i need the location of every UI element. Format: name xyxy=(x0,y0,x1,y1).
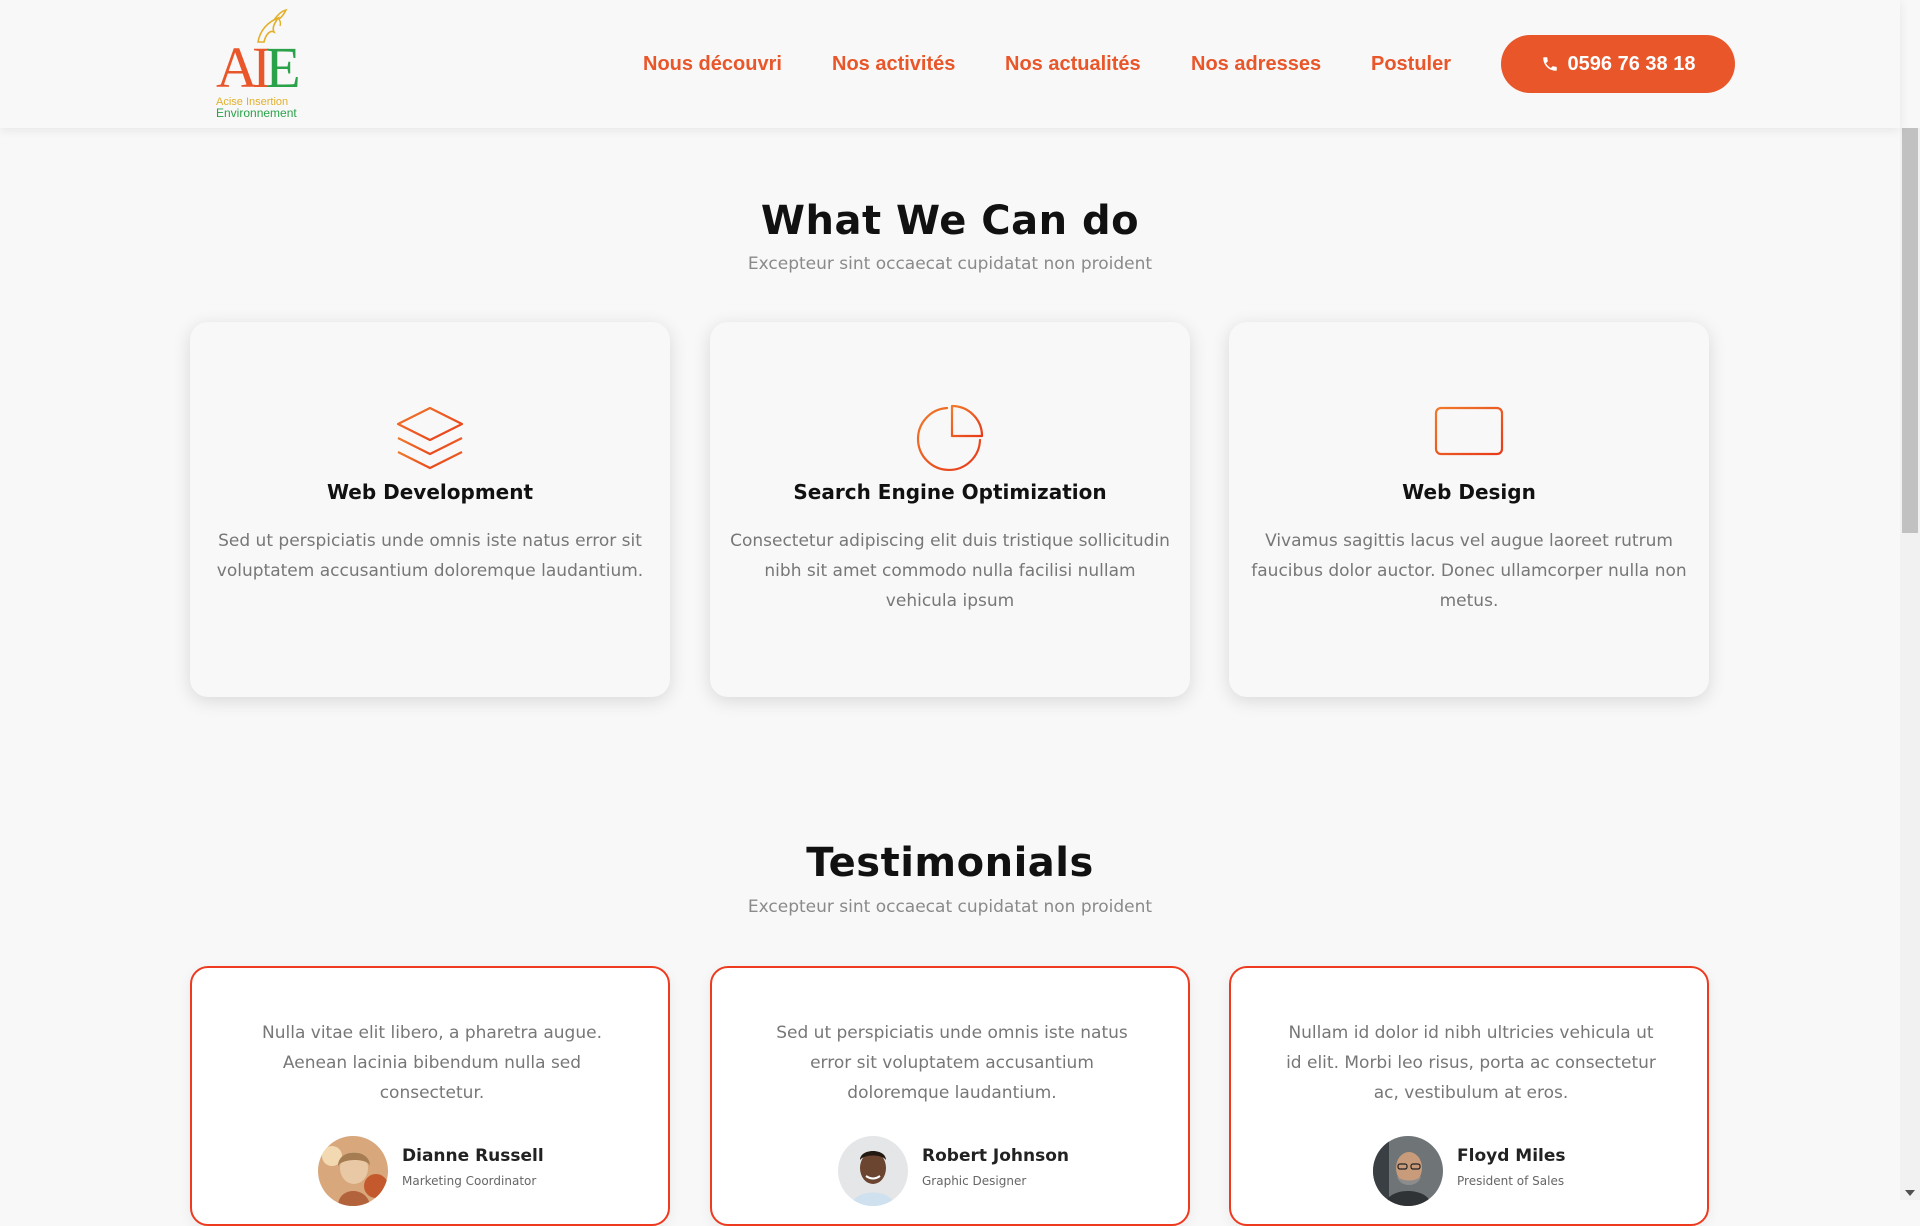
author-role: Marketing Coordinator xyxy=(402,1174,537,1188)
scrollbar-thumb[interactable] xyxy=(1902,128,1918,533)
author-role: President of Sales xyxy=(1457,1174,1565,1188)
service-card-web-design: Web Design Vivamus sagittis lacus vel au… xyxy=(1229,322,1709,697)
services-title: What We Can do xyxy=(760,198,1140,244)
nav-link-postuler[interactable]: Postuler xyxy=(1371,49,1451,79)
service-title: Web Design xyxy=(1402,480,1536,504)
avatar-photo-icon xyxy=(838,1136,908,1206)
testimonial-card: Nullam id dolor id nibh ultricies vehicu… xyxy=(1229,966,1709,1226)
nav-link-nos-adresses[interactable]: Nos adresses xyxy=(1191,49,1321,79)
testimonial-author: Dianne Russell Marketing Coordinator xyxy=(318,1136,544,1206)
nav-link-nos-actualites[interactable]: Nos actualités xyxy=(1005,49,1141,79)
avatar xyxy=(838,1136,908,1206)
monitor-icon xyxy=(1434,406,1504,470)
testimonial-card: Nulla vitae elit libero, a pharetra augu… xyxy=(190,966,670,1226)
avatar xyxy=(1373,1136,1443,1206)
site-header: AIE Acise Insertion Environnement Nous d… xyxy=(0,0,1900,128)
nav-link-nos-activites[interactable]: Nos activités xyxy=(832,49,955,79)
service-title: Search Engine Optimization xyxy=(793,480,1107,504)
testimonial-quote: Nulla vitae elit libero, a pharetra augu… xyxy=(262,1023,602,1103)
testimonials-subtitle: Excepteur sint occaecat cupidatat non pr… xyxy=(747,897,1153,917)
layers-icon xyxy=(396,406,464,470)
service-description: Vivamus sagittis lacus vel augue laoreet… xyxy=(1251,531,1687,611)
testimonial-author: Floyd Miles President of Sales xyxy=(1373,1136,1566,1206)
avatar-photo-icon xyxy=(318,1136,388,1206)
page-scrollbar[interactable] xyxy=(1900,128,1920,1200)
service-card-web-development: Web Development Sed ut perspiciatis unde… xyxy=(190,322,670,697)
nav-link-nous-decouvri[interactable]: Nous découvri xyxy=(643,49,782,79)
testimonial-quote: Nullam id dolor id nibh ultricies vehicu… xyxy=(1286,1023,1656,1103)
avatar xyxy=(318,1136,388,1206)
phone-number-label: 0596 76 38 18 xyxy=(1567,52,1696,75)
logo-letter-e: E xyxy=(265,35,301,100)
service-description: Consectetur adipiscing elit duis tristiq… xyxy=(730,531,1170,611)
logo-letter-a: A xyxy=(216,35,258,100)
logo-wordmark: AIE xyxy=(216,35,301,100)
scroll-down-arrow-icon[interactable] xyxy=(1905,1190,1915,1196)
service-description: Sed ut perspiciatis unde omnis iste natu… xyxy=(216,531,644,581)
phone-icon xyxy=(1542,57,1557,71)
author-role: Graphic Designer xyxy=(922,1174,1027,1188)
phone-call-button[interactable]: 0596 76 38 18 xyxy=(1501,35,1735,93)
avatar-photo-icon xyxy=(1373,1136,1443,1206)
logo-tagline-2: Environnement xyxy=(216,106,297,120)
author-name: Robert Johnson xyxy=(922,1146,1070,1166)
logo-letter-i: I xyxy=(251,35,271,100)
services-subtitle: Excepteur sint occaecat cupidatat non pr… xyxy=(747,254,1153,274)
author-name: Floyd Miles xyxy=(1457,1146,1566,1166)
site-logo[interactable]: AIE Acise Insertion Environnement xyxy=(214,8,304,120)
testimonials-title: Testimonials xyxy=(806,840,1094,886)
testimonial-card: Sed ut perspiciatis unde omnis iste natu… xyxy=(710,966,1190,1226)
service-title: Web Development xyxy=(326,480,534,504)
testimonial-quote: Sed ut perspiciatis unde omnis iste natu… xyxy=(776,1023,1128,1103)
testimonial-author: Robert Johnson Graphic Designer xyxy=(838,1136,1069,1206)
pie-chart-icon xyxy=(916,404,984,471)
author-name: Dianne Russell xyxy=(402,1146,544,1166)
service-card-seo: Search Engine Optimization Consectetur a… xyxy=(710,322,1190,697)
